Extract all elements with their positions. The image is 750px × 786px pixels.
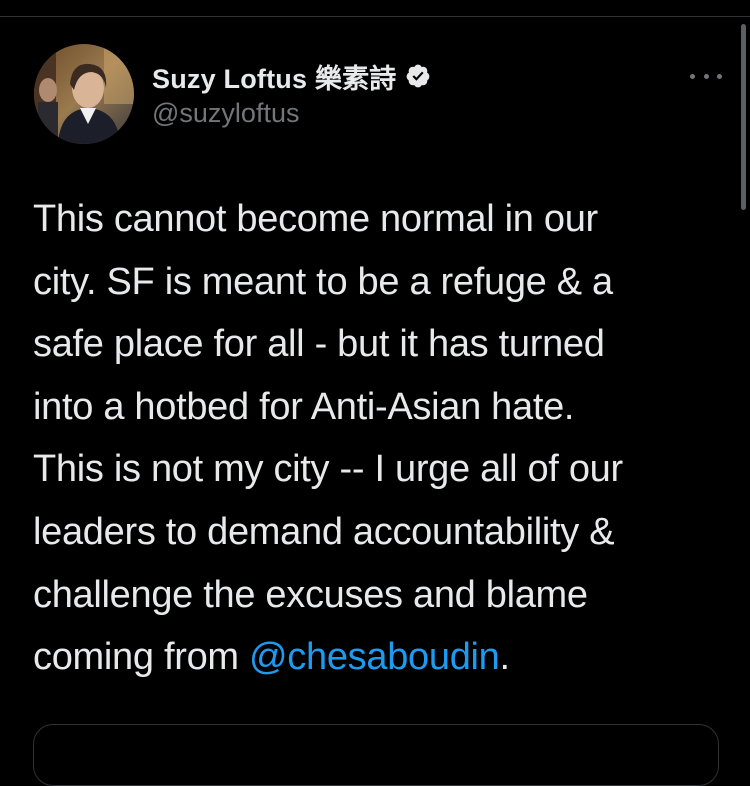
author-info: Suzy Loftus 樂素詩 @suzyloftus <box>152 58 431 129</box>
author-handle[interactable]: @suzyloftus <box>152 98 431 129</box>
top-divider <box>0 16 750 17</box>
avatar-image <box>34 44 134 144</box>
tweet-text-line: safe place for all - but it has turned <box>33 323 605 366</box>
scrollbar[interactable] <box>741 24 746 210</box>
tweet-text-line: This is not my city -- I urge all of our <box>33 448 623 491</box>
tweet-text-line-last: coming from @chesaboudin. <box>33 626 723 689</box>
verified-badge-icon <box>405 63 431 89</box>
quote-card[interactable] <box>33 724 719 786</box>
tweet-header: Suzy Loftus 樂素詩 @suzyloftus <box>34 44 724 144</box>
mention-link[interactable]: @chesaboudin <box>249 636 500 678</box>
author-display-name[interactable]: Suzy Loftus 樂素詩 <box>152 57 397 96</box>
tweet-text-line: city. SF is meant to be a refuge & a <box>33 260 613 303</box>
tweet-text-trailing: . <box>499 636 511 679</box>
more-dot <box>717 73 722 79</box>
more-options-icon[interactable] <box>690 66 722 86</box>
tweet-text: This cannot become normal in our city. S… <box>33 188 723 689</box>
avatar[interactable] <box>34 44 134 144</box>
tweet-text-fragment: coming from <box>33 636 250 679</box>
display-name-row: Suzy Loftus 樂素詩 <box>152 58 431 94</box>
tweet-text-line: leaders to demand accountability & <box>33 510 615 553</box>
tweet-text-line: This cannot become normal in our <box>33 198 598 240</box>
more-dot <box>703 73 709 79</box>
tweet-text-line: into a hotbed for Anti-Asian hate. <box>33 385 575 428</box>
tweet-text-line: challenge the excuses and blame <box>33 573 588 616</box>
more-dot <box>690 73 695 79</box>
